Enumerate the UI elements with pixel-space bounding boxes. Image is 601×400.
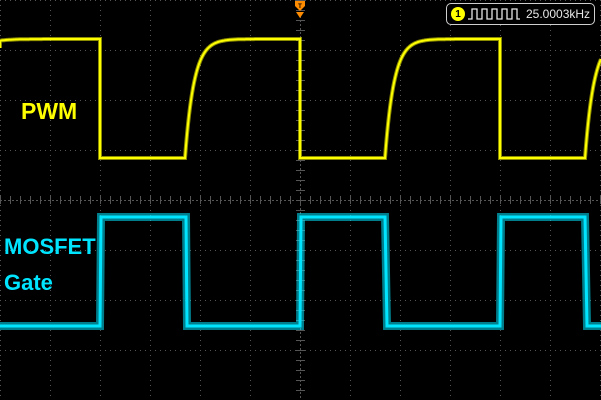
ch2-trace-label-line1: MOSFET: [4, 234, 96, 259]
channel-badge: 1: [451, 7, 465, 21]
trigger-position-icon[interactable]: T: [294, 0, 306, 25]
ch1-trace-label: PWM: [21, 98, 78, 124]
frequency-readout[interactable]: 1 25.0003kHz: [446, 3, 595, 25]
ch1-pwm-trace: [0, 37, 601, 160]
oscilloscope-screen: PWM MOSFET Gate T 1 25.0003kHz: [0, 0, 601, 400]
svg-text:T: T: [298, 4, 302, 10]
ch1-trace-line: [0, 38, 601, 159]
waveform-display: [0, 0, 601, 400]
ch2-trace-label-line2: Gate: [4, 270, 53, 295]
square-wave-icon: [468, 8, 520, 20]
frequency-value: 25.0003kHz: [526, 7, 591, 21]
